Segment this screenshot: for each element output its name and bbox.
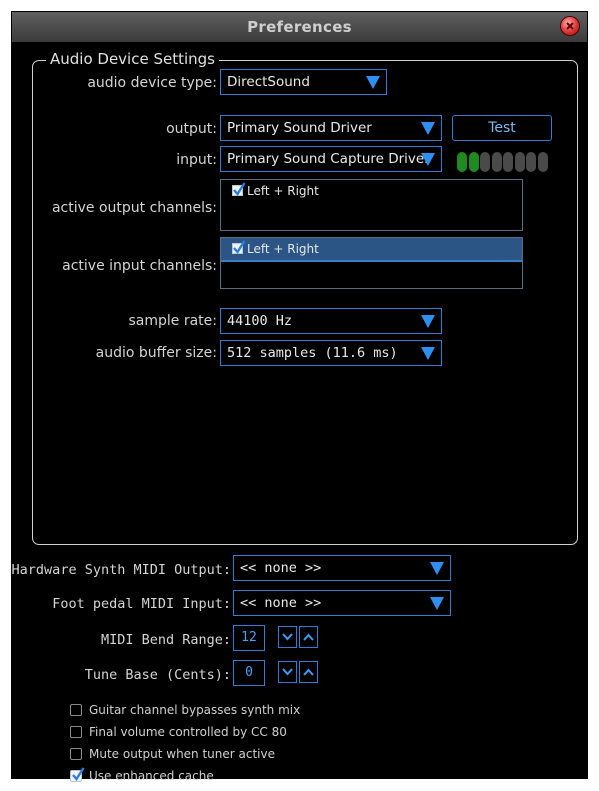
- chevron-down-icon: [282, 633, 293, 641]
- channel-list-item[interactable]: Left + Right: [221, 238, 522, 262]
- foot-pedal-value: << none >>: [240, 595, 322, 611]
- foot-pedal-label: Foot pedal MIDI Input:: [52, 596, 231, 612]
- input-label: input:: [176, 152, 217, 168]
- active-output-channels-label: active output channels:: [51, 200, 217, 216]
- chevron-down-icon: [430, 597, 444, 610]
- window-title: Preferences: [247, 18, 352, 36]
- meter-segment: [468, 152, 479, 172]
- active-input-channels-list[interactable]: Left + Right: [220, 237, 523, 289]
- meter-segment: [503, 152, 513, 172]
- chevron-up-icon: [303, 633, 314, 641]
- channel-checkbox[interactable]: [232, 182, 246, 196]
- option-checkbox[interactable]: [70, 704, 82, 716]
- chevron-down-icon: [366, 76, 380, 89]
- chevron-down-icon: [421, 122, 435, 135]
- bend-range-label: MIDI Bend Range:: [100, 632, 231, 648]
- synth-midi-output-value: << none >>: [240, 560, 322, 576]
- sample-rate-value: 44100 Hz: [227, 313, 293, 329]
- test-button[interactable]: Test: [452, 115, 552, 141]
- input-value: Primary Sound Capture Driver: [227, 151, 430, 167]
- channel-label: Left + Right: [247, 184, 319, 198]
- device-type-value: DirectSound: [227, 74, 310, 90]
- synth-midi-output-select[interactable]: << none >>: [233, 555, 451, 581]
- meter-segment: [537, 152, 548, 172]
- device-type-select[interactable]: DirectSound: [220, 69, 387, 95]
- active-output-channels-list[interactable]: Left + Right: [220, 179, 523, 231]
- checkmark-icon: [233, 182, 246, 196]
- chevron-up-icon: [303, 668, 314, 676]
- meter-segment: [526, 152, 536, 172]
- tune-base-input[interactable]: 0: [233, 660, 265, 686]
- chevron-down-icon: [421, 153, 435, 166]
- checkmark-icon: [233, 240, 246, 254]
- bend-range-input[interactable]: 12: [233, 625, 265, 651]
- meter-segment: [480, 152, 490, 172]
- preferences-window: Preferences Audio Device Settings audio …: [11, 12, 587, 783]
- buffer-size-value: 512 samples (11.6 ms): [227, 345, 398, 361]
- sample-rate-label: sample rate:: [128, 313, 217, 329]
- option-label: Use enhanced cache: [89, 769, 214, 783]
- meter-segment: [491, 152, 502, 172]
- synth-midi-output-label: Hardware Synth MIDI Output:: [11, 562, 231, 578]
- chevron-down-icon: [421, 315, 435, 328]
- option-checkbox[interactable]: [70, 767, 85, 782]
- device-type-label: audio device type:: [87, 75, 217, 91]
- bend-range-decrement-button[interactable]: [278, 626, 297, 648]
- close-icon: [566, 22, 574, 30]
- active-input-channels-label: active input channels:: [62, 258, 217, 274]
- channel-label: Left + Right: [247, 242, 319, 256]
- foot-pedal-select[interactable]: << none >>: [233, 590, 451, 616]
- title-bar[interactable]: Preferences: [12, 12, 587, 42]
- output-value: Primary Sound Driver: [227, 120, 372, 136]
- buffer-size-select[interactable]: 512 samples (11.6 ms): [220, 340, 442, 366]
- chevron-down-icon: [282, 668, 293, 676]
- input-select[interactable]: Primary Sound Capture Driver: [220, 146, 442, 172]
- output-label: output:: [166, 121, 217, 137]
- chevron-down-icon: [421, 347, 435, 360]
- bend-range-increment-button[interactable]: [299, 626, 318, 648]
- audio-group-title: Audio Device Settings: [46, 50, 219, 68]
- input-level-meter: [457, 152, 549, 174]
- option-checkbox[interactable]: [70, 748, 82, 760]
- option-label: Final volume controlled by CC 80: [89, 725, 287, 739]
- buffer-size-label: audio buffer size:: [95, 345, 217, 361]
- meter-segment: [457, 152, 467, 172]
- tune-base-label: Tune Base (Cents):: [84, 667, 231, 683]
- option-label: Guitar channel bypasses synth mix: [89, 703, 301, 717]
- option-checkbox[interactable]: [70, 726, 82, 738]
- tune-base-increment-button[interactable]: [299, 661, 318, 683]
- checkmark-icon: [72, 767, 85, 781]
- channel-checkbox[interactable]: [232, 240, 246, 254]
- sample-rate-select[interactable]: 44100 Hz: [220, 308, 442, 334]
- close-button[interactable]: [561, 17, 579, 35]
- chevron-down-icon: [430, 562, 444, 575]
- option-label: Mute output when tuner active: [89, 747, 275, 761]
- output-select[interactable]: Primary Sound Driver: [220, 115, 442, 141]
- tune-base-decrement-button[interactable]: [278, 661, 297, 683]
- channel-list-item[interactable]: Left + Right: [221, 180, 522, 204]
- meter-segment: [514, 152, 525, 172]
